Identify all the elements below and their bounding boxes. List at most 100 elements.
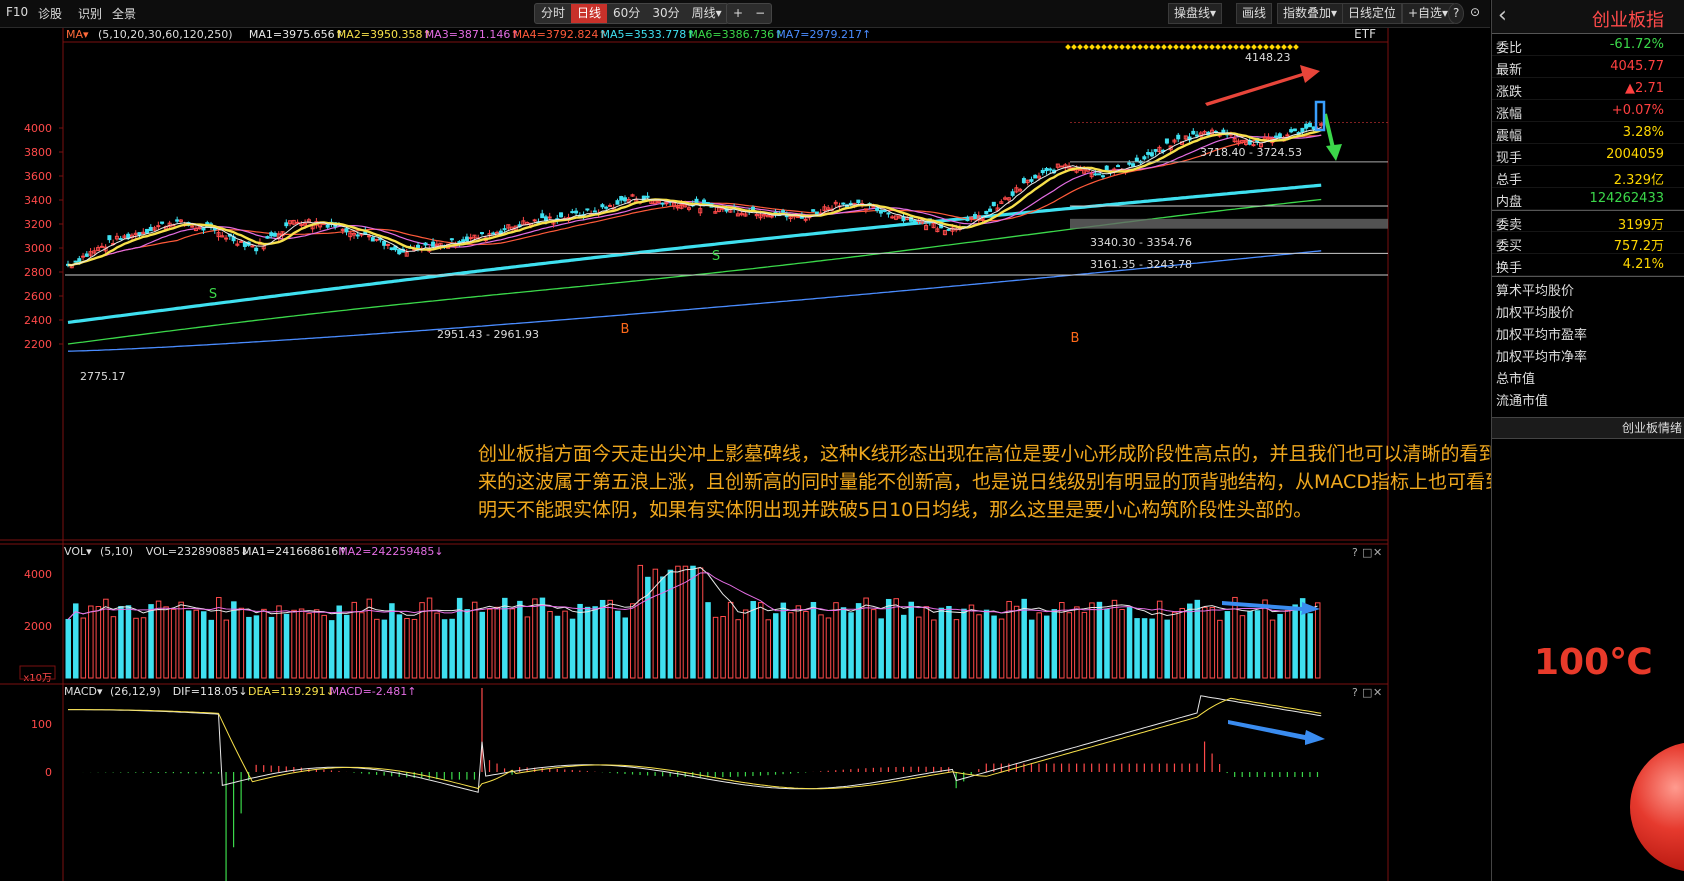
vol-legend-item: MA1=241668616↑ [242, 545, 347, 558]
candle-body [464, 236, 469, 241]
quote-row: 委比 -61.72% [1492, 34, 1684, 56]
panel-help-icon[interactable]: ? [1352, 546, 1358, 559]
candle-body [781, 210, 786, 213]
volume-bar [1051, 609, 1058, 679]
settings-icon[interactable]: ⊙ [1470, 3, 1480, 24]
panel-maximize-icon[interactable]: □ [1362, 546, 1372, 559]
volume-bar [1239, 615, 1246, 679]
candle-body [1059, 165, 1064, 168]
candle-body [607, 204, 612, 207]
signal-diamond [1071, 44, 1077, 50]
vol-legend-item: MA2=242259485↓ [338, 545, 443, 558]
back-icon[interactable]: ‹ [1498, 3, 1507, 28]
volume-bar [690, 565, 696, 679]
volume-bar [569, 618, 576, 679]
volume-bar [1074, 606, 1080, 679]
quote-value: 2004059 [1606, 147, 1664, 162]
macd-selector[interactable]: MACD▾ [64, 685, 103, 698]
candle-body [856, 199, 861, 204]
zoom-out-button[interactable]: − [749, 4, 771, 23]
period-60min[interactable]: 60分 [607, 4, 646, 23]
period-weekly[interactable]: 周线▾ [686, 4, 728, 23]
candle-body [675, 206, 680, 209]
quote-label: 委比 [1496, 41, 1523, 56]
draw-line-button[interactable]: 画线 [1236, 3, 1273, 24]
candle-body [622, 197, 627, 202]
operation-line-button[interactable]: 操盘线▾ [1168, 3, 1223, 24]
volume-bar [133, 617, 139, 679]
candle-body [1093, 173, 1098, 176]
stat-label[interactable]: 加权平均股价 [1492, 299, 1684, 321]
volume-bar [780, 602, 787, 679]
stat-label[interactable]: 总市值 [1492, 365, 1684, 387]
zoom-in-button[interactable]: + [727, 4, 749, 23]
volume-bar [103, 598, 109, 679]
quote-value: 4045.77 [1610, 59, 1664, 74]
candle-body [73, 260, 78, 263]
macd-legend-item: DEA=119.291↓ [248, 685, 335, 698]
candle-body [547, 216, 552, 219]
period-30min[interactable]: 30分 [646, 4, 685, 23]
candle-body [397, 249, 402, 255]
volume-bar [1134, 618, 1140, 679]
help-icon[interactable]: ? [1448, 3, 1465, 24]
panel-help-icon[interactable]: ? [1352, 686, 1358, 699]
f10-tab[interactable]: F10 [6, 5, 28, 19]
candle-body [148, 226, 153, 232]
index-name: 创业板指 [1592, 10, 1664, 31]
support-band [1070, 218, 1388, 229]
y-tick-label: 3800 [24, 146, 52, 159]
volume-bar [773, 613, 779, 679]
y-tick-label: 2800 [24, 266, 52, 279]
volume-bar [170, 608, 177, 679]
volume-bar [381, 619, 388, 679]
candle-body [77, 258, 82, 263]
stat-label[interactable]: 算术平均股价 [1492, 277, 1684, 299]
recognize-tab[interactable]: 识别 [78, 5, 102, 22]
daily-locate-button[interactable]: 日线定位 [1342, 3, 1403, 24]
overlay-index-button[interactable]: 指数叠加▾ [1277, 3, 1344, 24]
candle-body [604, 206, 609, 209]
volume-bar [742, 609, 749, 679]
period-tick[interactable]: 分时 [535, 4, 571, 23]
volume-bar [328, 620, 335, 679]
volume-bar [667, 569, 674, 679]
price-level-label: 2775.17 [80, 370, 126, 383]
panel-maximize-icon[interactable]: □ [1362, 686, 1372, 699]
vol-selector[interactable]: VOL▾ [64, 545, 92, 558]
volume-bar [825, 617, 832, 679]
panel-close-icon[interactable]: ✕ [1373, 546, 1382, 559]
ma-selector[interactable]: MA▾ [66, 28, 89, 41]
buy-sell-marker: S [712, 249, 720, 264]
buy-sell-marker: S [209, 287, 217, 302]
panel-close-icon[interactable]: ✕ [1373, 686, 1382, 699]
volume-bar [750, 601, 756, 679]
volume-bar [1096, 601, 1103, 679]
candle-body [972, 214, 977, 217]
diagnose-tab[interactable]: 诊股 [38, 5, 62, 22]
candle-body [1289, 129, 1294, 133]
volume-bar [848, 612, 854, 679]
candle-body [769, 215, 774, 218]
panorama-tab[interactable]: 全景 [112, 5, 136, 22]
volume-bar [1247, 610, 1253, 679]
volume-bar [464, 609, 470, 679]
top-toolbar: F10 诊股 识别 全景 分时 日线 60分 30分 周线▾ + − 操盘线▾ … [0, 0, 1490, 28]
y-tick-label: 2400 [24, 314, 52, 327]
candle-body [1116, 165, 1121, 168]
candle-body [1100, 175, 1105, 178]
volume-bar [1307, 613, 1313, 679]
period-daily[interactable]: 日线 [571, 4, 608, 23]
stat-label[interactable]: 加权平均市盈率 [1492, 321, 1684, 343]
quote-row: 换手 4.21% [1492, 254, 1684, 276]
add-watchlist-button[interactable]: +自选▾ [1402, 3, 1455, 24]
signal-diamond [1257, 44, 1263, 50]
stat-label[interactable]: 加权平均市净率 [1492, 343, 1684, 365]
volume-bar [1081, 611, 1088, 679]
stat-label[interactable]: 流通市值 [1492, 387, 1684, 409]
signal-diamond [1089, 44, 1095, 50]
volume-bar [441, 619, 448, 679]
ma-legend-item: MA1=3975.656↑ [249, 28, 344, 41]
volume-bar [931, 619, 937, 679]
volume-bar [562, 610, 568, 679]
